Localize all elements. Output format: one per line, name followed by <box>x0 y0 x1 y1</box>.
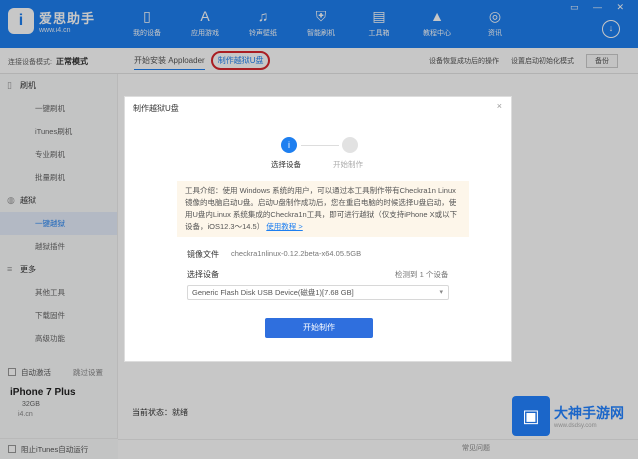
step-connector <box>301 145 339 146</box>
step1-label: 选择设备 <box>271 160 301 169</box>
image-file-value: checkra1nlinux-0.12.2beta-x64.05.5GB <box>231 249 362 258</box>
dialog-title: 制作越狱U盘 <box>133 104 179 113</box>
image-file-label: 镜像文件 <box>187 250 219 259</box>
step2-icon <box>342 137 358 153</box>
cube-logo-icon: ▣ <box>512 396 550 436</box>
chevron-down-icon: ▾ <box>439 289 443 296</box>
start-make-button[interactable]: 开始制作 <box>265 318 373 338</box>
watermark-name: 大神手游网 <box>554 405 624 421</box>
device-select-value: Generic Flash Disk USB Device(磁盘1)[7.68 … <box>192 288 354 297</box>
make-usb-dialog: 制作越狱U盘 × i 选择设备 开始制作 工具介绍：使用 Windows 系统的… <box>124 96 512 362</box>
site-watermark: ▣ 大神手游网 www.dsdsy.com <box>512 396 632 436</box>
select-device-label: 选择设备 <box>187 270 219 279</box>
detected-count: 检测到 1 个设备 <box>395 270 449 279</box>
tool-notice: 工具介绍：使用 Windows 系统的用户，可以通过本工具制作带有Checkra… <box>177 181 469 237</box>
step2-label: 开始制作 <box>333 160 363 169</box>
notice-text: 工具介绍：使用 Windows 系统的用户，可以通过本工具制作带有Checkra… <box>185 186 458 231</box>
tutorial-link[interactable]: 使用教程 > <box>266 222 302 231</box>
step1-icon: i <box>281 137 297 153</box>
watermark-url: www.dsdsy.com <box>554 423 597 429</box>
close-icon[interactable]: × <box>497 101 502 111</box>
device-select[interactable]: Generic Flash Disk USB Device(磁盘1)[7.68 … <box>187 285 449 300</box>
